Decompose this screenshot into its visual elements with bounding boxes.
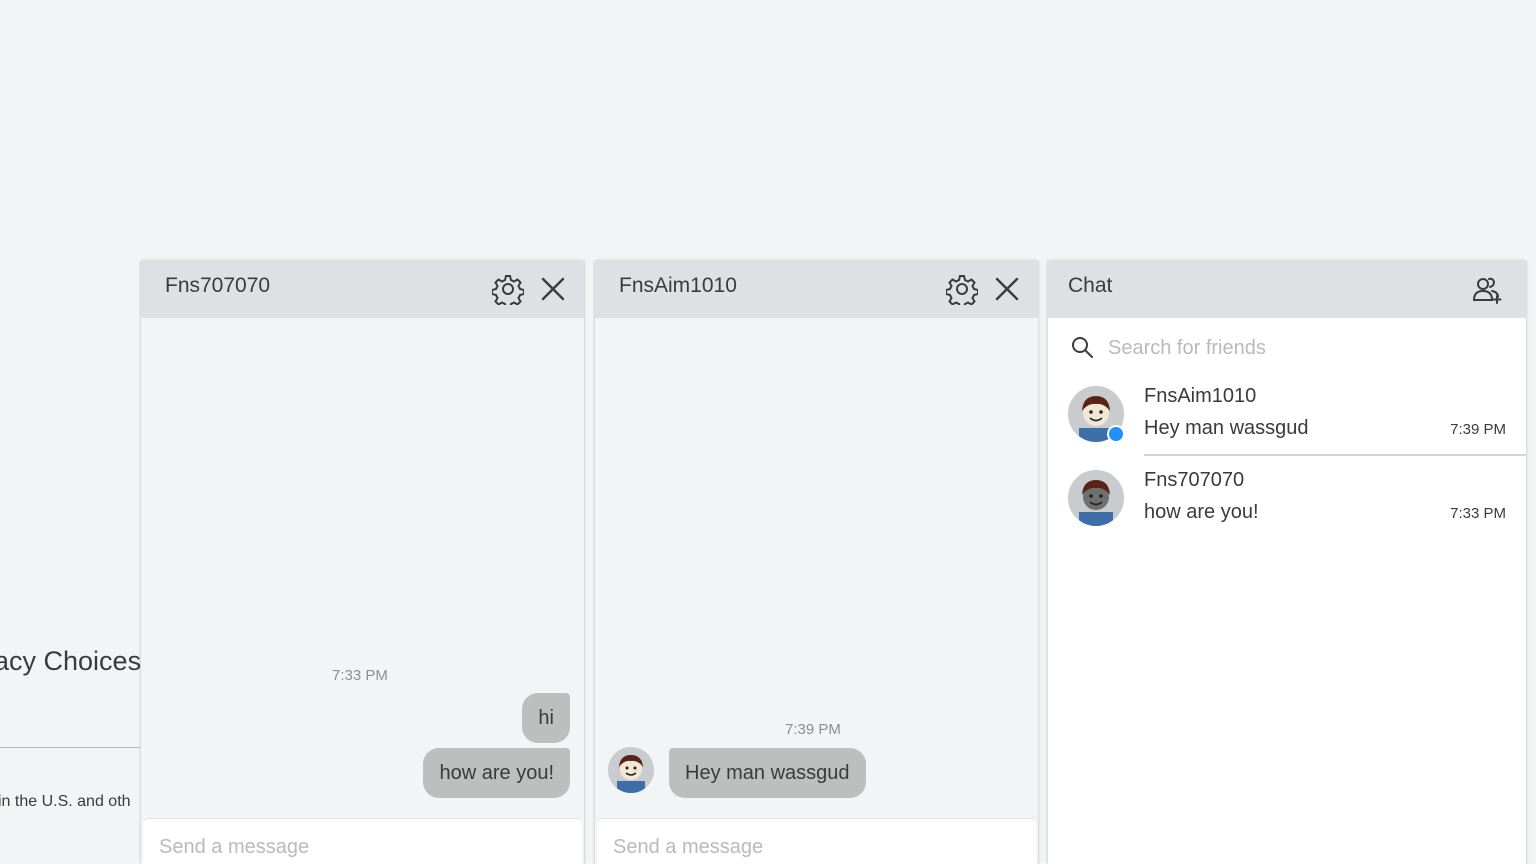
conversation-header: FnsAim1010 bbox=[595, 261, 1038, 318]
add-friends-icon[interactable] bbox=[1470, 272, 1504, 306]
gear-icon[interactable] bbox=[491, 272, 525, 306]
row-divider bbox=[1144, 454, 1526, 456]
friend-row[interactable]: Fns707070 how are you! 7:33 PM bbox=[1048, 461, 1526, 541]
friend-last-message-time: 7:33 PM bbox=[1450, 505, 1506, 522]
message-input[interactable] bbox=[157, 831, 521, 863]
conversation-title[interactable]: Fns707070 bbox=[165, 274, 270, 298]
chat-list-header: Chat bbox=[1048, 261, 1526, 318]
friend-last-message: Hey man wassgud bbox=[1144, 417, 1309, 439]
search-input[interactable] bbox=[1106, 332, 1480, 364]
conversation-header: Fns707070 bbox=[141, 261, 584, 318]
friend-row[interactable]: FnsAim1010 Hey man wassgud 7:39 PM bbox=[1048, 377, 1526, 457]
message-bubble: Hey man wassgud bbox=[669, 748, 866, 798]
friend-search bbox=[1070, 330, 1490, 364]
chat-title[interactable]: Chat bbox=[1068, 274, 1112, 298]
friend-name: FnsAim1010 bbox=[1144, 385, 1257, 407]
conversation-title[interactable]: FnsAim1010 bbox=[619, 274, 737, 298]
conversation-window-fns707070: Fns707070 7:33 PM hi how are you! bbox=[141, 261, 584, 864]
chat-list-panel: Chat FnsAim1010 Hey man wassgud 7:39 PM bbox=[1048, 261, 1526, 864]
message-timestamp: 7:33 PM bbox=[332, 667, 388, 684]
message-timestamp: 7:39 PM bbox=[785, 721, 841, 738]
friend-last-message-time: 7:39 PM bbox=[1450, 421, 1506, 438]
message-list: 7:39 PM Hey man wassgud bbox=[595, 318, 1038, 818]
friend-last-message: how are you! bbox=[1144, 501, 1259, 523]
search-icon bbox=[1070, 335, 1094, 364]
message-bubble: how are you! bbox=[423, 748, 570, 798]
close-icon[interactable] bbox=[990, 272, 1024, 306]
gear-icon[interactable] bbox=[945, 272, 979, 306]
conversation-window-fnsaim1010: FnsAim1010 7:39 PM Hey man wassgud bbox=[595, 261, 1038, 864]
close-icon[interactable] bbox=[536, 272, 570, 306]
message-input[interactable] bbox=[611, 831, 975, 863]
message-input-area bbox=[597, 818, 1036, 864]
friends-list: FnsAim1010 Hey man wassgud 7:39 PM Fns70… bbox=[1048, 318, 1526, 864]
message-bubble: hi bbox=[522, 693, 570, 743]
message-list: 7:33 PM hi how are you! bbox=[141, 318, 584, 818]
avatar bbox=[1068, 470, 1124, 526]
online-status-indicator bbox=[1107, 425, 1125, 443]
privacy-choices-link[interactable]: acy Choices bbox=[0, 646, 141, 677]
avatar[interactable] bbox=[608, 747, 654, 793]
footer-divider bbox=[0, 747, 140, 748]
legal-text: in the U.S. and oth bbox=[0, 793, 131, 810]
message-input-area bbox=[143, 818, 582, 864]
friend-name: Fns707070 bbox=[1144, 469, 1245, 491]
